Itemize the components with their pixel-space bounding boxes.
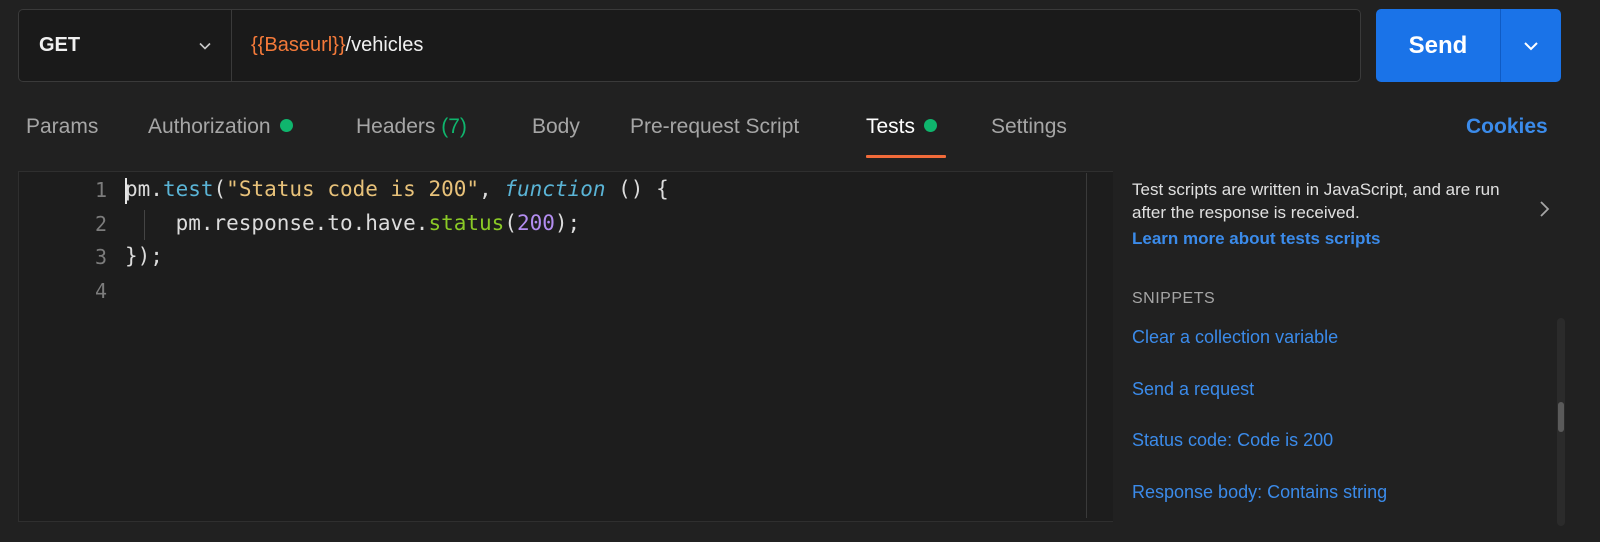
tab-label: Headers: [356, 115, 436, 138]
send-button[interactable]: Send: [1376, 9, 1501, 82]
snippet-item[interactable]: Clear a collection variable: [1132, 327, 1338, 348]
method-label: GET: [39, 34, 81, 56]
snippets-heading: SNIPPETS: [1132, 290, 1216, 307]
status-dot: [924, 118, 938, 132]
tab-label: Tests: [866, 115, 916, 138]
tab-label: Settings: [991, 115, 1067, 138]
tests-help-panel: Test scripts are written in JavaScript, …: [1132, 178, 1572, 249]
text-cursor: [125, 178, 127, 204]
code-line-1: pm.test("Status code is 200", function (…: [125, 177, 669, 201]
editor-divider[interactable]: [1086, 173, 1087, 518]
line-number: 4: [94, 279, 107, 303]
tab-authorization[interactable]: Authorization: [148, 100, 293, 158]
cookies-link[interactable]: Cookies: [1466, 100, 1548, 154]
snippet-item[interactable]: Response body: Contains string: [1132, 482, 1387, 503]
tab-body[interactable]: Body: [532, 100, 580, 158]
snippet-item[interactable]: Status code: Code is 200: [1132, 430, 1333, 451]
chevron-down-icon: [199, 42, 211, 50]
tab-settings[interactable]: Settings: [991, 100, 1067, 158]
learn-more-link[interactable]: Learn more about tests scripts: [1132, 229, 1572, 249]
url-input[interactable]: {{Baseurl}}/vehicles: [251, 10, 423, 81]
code-line-3: });: [125, 244, 163, 268]
request-tabs: Params Authorization Headers (7) Body Pr…: [0, 100, 1600, 160]
line-number: 2: [94, 212, 107, 236]
tab-headers[interactable]: Headers (7): [356, 100, 467, 158]
headers-count: (7): [441, 115, 467, 138]
indent-guide: [144, 210, 145, 240]
send-options-button[interactable]: [1501, 9, 1561, 82]
line-number: 1: [94, 178, 107, 202]
tab-label: Params: [26, 115, 99, 138]
line-number: 3: [94, 245, 107, 269]
url-variable: {{Baseurl}}: [251, 34, 346, 56]
tab-label: Authorization: [148, 115, 271, 138]
url-bar: GET {{Baseurl}}/vehicles: [18, 9, 1361, 82]
status-dot: [279, 118, 293, 132]
code-editor[interactable]: 1 2 3 4 pm.test("Status code is 200", fu…: [18, 171, 1113, 522]
chevron-right-icon[interactable]: [1538, 198, 1552, 220]
url-path: /vehicles: [345, 34, 424, 56]
chevron-down-icon: [1524, 41, 1538, 50]
tab-tests[interactable]: Tests: [866, 100, 946, 158]
active-tab-underline: [866, 155, 946, 158]
method-select[interactable]: GET: [19, 10, 232, 81]
tab-label: Body: [532, 115, 580, 138]
tests-description: Test scripts are written in JavaScript, …: [1132, 180, 1500, 222]
tab-pre-request-script[interactable]: Pre-request Script: [630, 100, 799, 158]
tab-label: Pre-request Script: [630, 115, 800, 138]
snippet-item[interactable]: Send a request: [1132, 379, 1254, 400]
code-line-2: pm.response.to.have.status(200);: [175, 211, 581, 235]
tab-params[interactable]: Params: [26, 100, 98, 158]
scrollbar-thumb[interactable]: [1558, 402, 1564, 432]
send-button-group: Send: [1376, 9, 1561, 82]
